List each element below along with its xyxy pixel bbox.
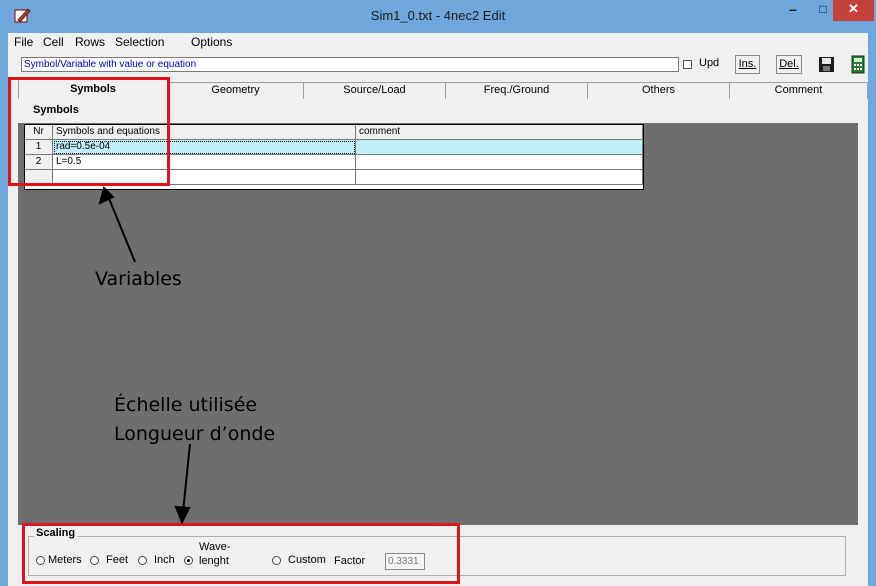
tab-comment[interactable]: Comment [730, 82, 868, 99]
title-bar: Sim1_0.txt - 4nec2 Edit – □ ✕ [0, 0, 876, 33]
annotation-box-scaling [22, 523, 460, 584]
annotation-box-variables [8, 77, 170, 186]
tab-others[interactable]: Others [588, 82, 730, 99]
upd-checkbox[interactable] [683, 60, 692, 69]
comment-cell[interactable] [356, 155, 643, 170]
calculator-icon[interactable] [848, 55, 868, 74]
tab-source-load[interactable]: Source/Load [304, 82, 446, 99]
annotation-scaling-line2: Longueur d’onde [114, 423, 276, 445]
upd-label: Upd [699, 57, 720, 69]
tab-freq-ground[interactable]: Freq./Ground [446, 82, 588, 99]
menu-bar: File Cell Rows Selection Options [8, 33, 868, 53]
header-comment: comment [356, 125, 643, 140]
save-icon[interactable] [817, 55, 837, 74]
annotation-scaling-line1: Échelle utilisée [114, 394, 258, 416]
menu-options[interactable]: Options [191, 35, 232, 49]
menu-selection[interactable]: Selection [115, 35, 164, 49]
hint-field: Symbol/Variable with value or equation [21, 57, 679, 72]
menu-file[interactable]: File [14, 35, 33, 49]
window-title: Sim1_0.txt - 4nec2 Edit [370, 8, 506, 23]
menu-rows[interactable]: Rows [75, 35, 105, 49]
tab-geometry[interactable]: Geometry [168, 82, 304, 99]
insert-button[interactable]: Ins. [735, 55, 760, 74]
hint-toolbar: Symbol/Variable with value or equation U… [8, 55, 868, 75]
window-border-right [868, 33, 876, 586]
comment-cell[interactable] [356, 170, 643, 185]
annotation-variables: Variables [95, 268, 182, 290]
window-border-left [0, 33, 8, 586]
comment-cell[interactable] [356, 140, 643, 155]
delete-button[interactable]: Del. [776, 55, 802, 74]
minimize-button[interactable]: – [778, 0, 808, 21]
close-button[interactable]: ✕ [833, 0, 874, 21]
menu-cell[interactable]: Cell [43, 35, 64, 49]
